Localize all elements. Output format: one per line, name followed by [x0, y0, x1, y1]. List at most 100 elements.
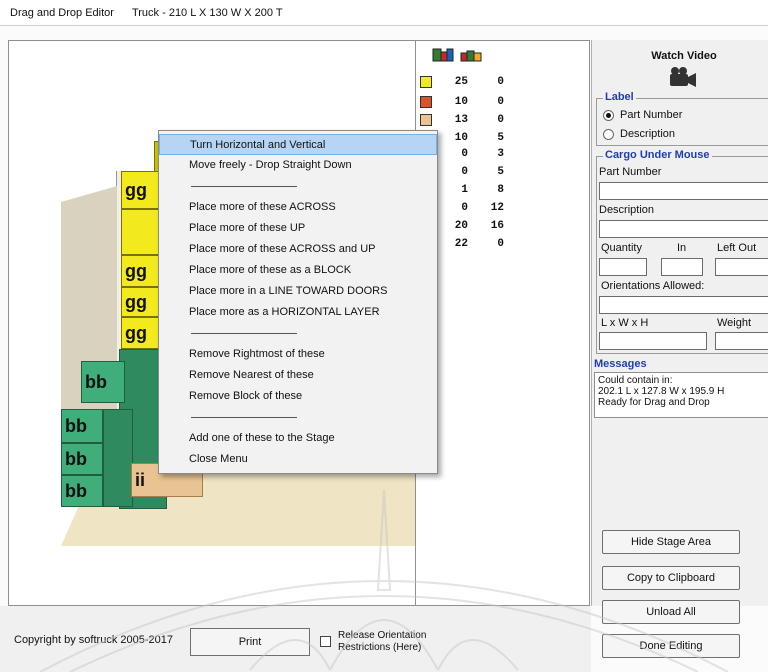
release-orientation-label[interactable]: Release Orientation Restrictions (Here) [338, 630, 448, 654]
menu-item[interactable]: Add one of these to the Stage [159, 428, 437, 449]
legend-row: 25 0 [420, 75, 504, 89]
legend-count-left: 0 [497, 114, 504, 126]
release-orientation-checkbox[interactable] [320, 636, 331, 647]
copy-to-clipboard-button[interactable]: Copy to Clipboard [602, 566, 740, 590]
label-group: Label Part Number Description [596, 91, 768, 146]
legend-count-left: 8 [497, 184, 504, 196]
right-panel: Watch Video Label Part Number Descriptio… [591, 40, 768, 658]
cargo-under-mouse-group: Cargo Under Mouse Part Number Descriptio… [596, 149, 768, 354]
boxes-row-icon[interactable] [460, 47, 482, 63]
legend-row: 10 0 [420, 95, 504, 109]
print-button[interactable]: Print [190, 628, 310, 656]
menu-separator [159, 407, 437, 428]
box-label: bb [65, 480, 87, 501]
legend-count-left: 3 [497, 148, 504, 160]
menu-item[interactable]: Place more of these as a BLOCK [159, 260, 437, 281]
legend-count-placed: 0 [461, 148, 468, 160]
cargo-box-bb[interactable]: bb [61, 475, 103, 507]
legend-count-placed: 1 [461, 184, 468, 196]
lwh-field[interactable] [599, 332, 707, 350]
in-field[interactable] [661, 258, 703, 276]
message-line: Ready for Drag and Drop [598, 397, 710, 408]
box-label: ii [135, 469, 146, 490]
unload-all-button[interactable]: Unload All [602, 600, 740, 624]
legend-count-placed: 25 [454, 76, 468, 88]
legend-row: 13 0 [420, 113, 504, 127]
legend-count-left: 0 [497, 238, 504, 250]
window-title: Drag and Drop Editor [10, 6, 114, 19]
menu-item[interactable]: Place more in a LINE TOWARD DOORS [159, 281, 437, 302]
bottom-bar: Copyright by softruck 2005-2017 Print Re… [0, 606, 591, 672]
quantity-field[interactable] [599, 258, 647, 276]
menu-item[interactable]: Remove Rightmost of these [159, 344, 437, 365]
title-bar: Drag and Drop Editor Truck - 210 L X 130… [0, 0, 768, 26]
box-label: gg [125, 179, 147, 200]
in-label: In [677, 242, 687, 254]
legend-swatch [420, 76, 432, 88]
radio-part-number[interactable]: Part Number [603, 109, 682, 121]
left-out-field[interactable] [715, 258, 768, 276]
legend-count-placed: 0 [461, 166, 468, 178]
done-editing-button[interactable]: Done Editing [602, 634, 740, 658]
cargo-box-bb[interactable]: bb [81, 361, 125, 403]
box-label: gg [125, 260, 147, 281]
menu-separator [159, 323, 437, 344]
message-line: 202.1 L x 127.8 W x 195.9 H [598, 386, 725, 397]
cargo-box-bb[interactable]: bb [61, 443, 103, 475]
menu-item[interactable]: Place more of these UP [159, 218, 437, 239]
legend-count-placed: 10 [454, 96, 468, 108]
box-label: bb [85, 371, 107, 392]
legend-count-placed: 20 [454, 220, 468, 232]
video-camera-icon[interactable] [668, 66, 698, 88]
cargo-box-gg[interactable]: gg [121, 255, 159, 287]
copyright-text: Copyright by softruck 2005-2017 [14, 634, 173, 646]
menu-item[interactable]: Place more of these ACROSS and UP [159, 239, 437, 260]
description-field[interactable] [599, 220, 768, 238]
menu-item[interactable]: Close Menu [159, 449, 437, 470]
legend-swatch [420, 114, 432, 126]
menu-item[interactable]: Turn Horizontal and Vertical [159, 134, 437, 155]
watch-video-label[interactable]: Watch Video [624, 50, 744, 62]
boxes-stack-icon[interactable] [432, 47, 454, 63]
cargo-box-gg[interactable]: gg [121, 287, 159, 317]
part-number-field[interactable] [599, 182, 768, 200]
legend-count-left: 12 [490, 202, 504, 214]
cargo-box-side [103, 409, 133, 507]
lwh-label: L x W x H [601, 317, 649, 329]
menu-item[interactable]: Remove Nearest of these [159, 365, 437, 386]
legend-count-placed: 13 [454, 114, 468, 126]
cargo-box-gg[interactable]: gg [121, 171, 159, 209]
cargo-box-gg[interactable]: gg [121, 317, 159, 349]
radio-label: Description [620, 128, 676, 140]
radio-description[interactable]: Description [603, 128, 675, 140]
weight-field[interactable] [715, 332, 768, 350]
legend-swatch [420, 96, 432, 108]
cargo-box-bb[interactable]: bb [61, 409, 103, 443]
radio-button[interactable] [603, 128, 614, 140]
messages-title: Messages [594, 358, 647, 370]
truck-title: Truck - 210 L X 130 W X 200 T [131, 6, 283, 19]
legend-count-left: 5 [497, 166, 504, 178]
release-line: Restrictions (Here) [338, 642, 422, 653]
hide-stage-button[interactable]: Hide Stage Area [602, 530, 740, 554]
cargo-legend: 25 0 10 0 13 0 10 5 0 3 0 5 1 8 0 12 20 16 22 0 [416, 40, 590, 606]
radio-label: Part Number [620, 109, 683, 121]
cargo-group-title: Cargo Under Mouse [603, 149, 712, 161]
box-label: gg [125, 291, 147, 312]
cargo-box-gg[interactable] [121, 209, 159, 255]
orientations-field[interactable] [599, 296, 768, 314]
box-label: bb [65, 415, 87, 436]
legend-count-placed: 22 [454, 238, 468, 250]
menu-item[interactable]: Place more as a HORIZONTAL LAYER [159, 302, 437, 323]
legend-icons [432, 47, 482, 63]
menu-item[interactable]: Remove Block of these [159, 386, 437, 407]
menu-item[interactable]: Place more of these ACROSS [159, 197, 437, 218]
menu-item[interactable]: Move freely - Drop Straight Down [159, 155, 437, 176]
messages-box: Could contain in: 202.1 L x 127.8 W x 19… [594, 372, 768, 418]
context-menu: Turn Horizontal and Vertical Move freely … [158, 130, 438, 474]
radio-button[interactable] [603, 109, 614, 121]
menu-separator [159, 176, 437, 197]
legend-count-placed: 10 [454, 132, 468, 144]
message-line: Could contain in: [598, 375, 673, 386]
box-label: bb [65, 448, 87, 469]
